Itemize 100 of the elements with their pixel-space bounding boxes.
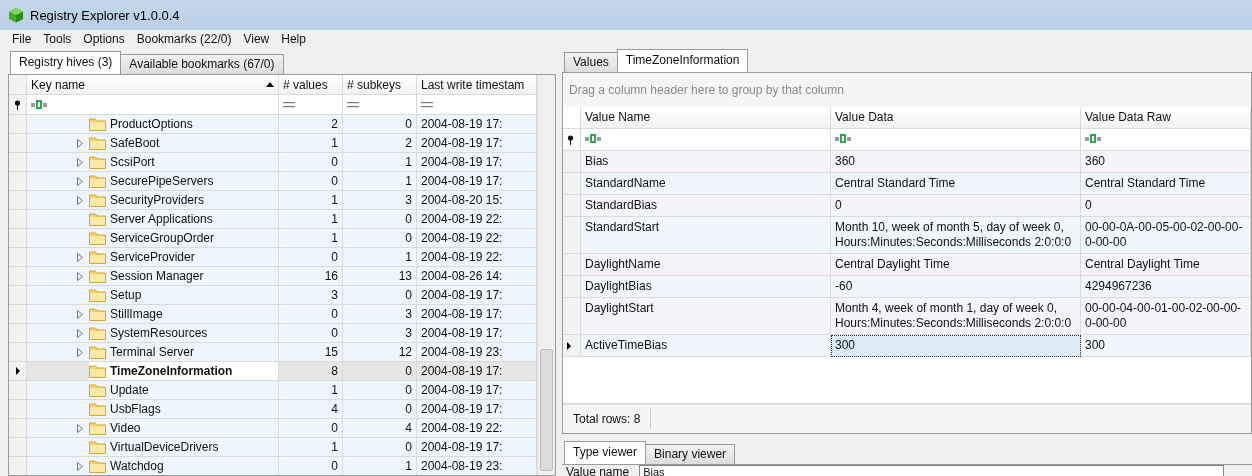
key-name: Setup bbox=[110, 288, 142, 302]
table-row[interactable]: Setup 3 0 2004-08-19 17: bbox=[9, 286, 537, 305]
table-row[interactable]: VirtualDeviceDrivers 1 0 2004-08-19 17: bbox=[9, 438, 537, 457]
filter-cell[interactable] bbox=[279, 95, 343, 115]
folder-icon bbox=[89, 326, 106, 340]
table-row[interactable]: ScsiPort 0 1 2004-08-19 17: bbox=[9, 153, 537, 172]
key-name: SafeBoot bbox=[110, 136, 160, 150]
folder-icon bbox=[89, 212, 106, 226]
folder-icon bbox=[89, 174, 106, 188]
table-cell: 3 bbox=[343, 191, 417, 210]
table-cell: 4 bbox=[343, 419, 417, 438]
table-cell: 2004-08-19 17: bbox=[417, 134, 537, 153]
table-cell: 0 bbox=[279, 172, 343, 191]
table-cell: Central Standard Time bbox=[1081, 173, 1251, 195]
filter-cell[interactable] bbox=[581, 129, 831, 151]
table-row[interactable]: StillImage 0 3 2004-08-19 17: bbox=[9, 305, 537, 324]
tab[interactable]: Available bookmarks (67/0) bbox=[120, 54, 284, 74]
table-row[interactable]: SystemResources 0 3 2004-08-19 17: bbox=[9, 324, 537, 343]
pin-icon bbox=[567, 134, 574, 145]
table-row[interactable]: SecurePipeServers 0 1 2004-08-19 17: bbox=[9, 172, 537, 191]
table-cell: 0 bbox=[343, 438, 417, 457]
folder-icon bbox=[89, 288, 106, 302]
table-row[interactable]: TimeZoneInformation 8 0 2004-08-19 17: bbox=[9, 362, 537, 381]
table-cell: 2004-08-19 22: bbox=[417, 248, 537, 267]
table-row[interactable]: Update 1 0 2004-08-19 17: bbox=[9, 381, 537, 400]
table-row[interactable]: ActiveTimeBias 300 300 bbox=[563, 335, 1251, 357]
table-row[interactable]: ServiceProvider 0 1 2004-08-19 22: bbox=[9, 248, 537, 267]
tab[interactable]: Values bbox=[564, 52, 618, 72]
folder-icon bbox=[89, 459, 106, 473]
table-cell: 0 bbox=[831, 195, 1081, 217]
table-cell: 300 bbox=[831, 335, 1081, 357]
expand-icon[interactable] bbox=[77, 461, 83, 471]
filter-cell[interactable] bbox=[831, 129, 1081, 151]
column-header[interactable]: # subkeys bbox=[343, 75, 417, 95]
table-cell: 2004-08-20 15: bbox=[417, 191, 537, 210]
table-row[interactable]: Video 0 4 2004-08-19 22: bbox=[9, 419, 537, 438]
row-indicator bbox=[9, 438, 27, 457]
menu-item[interactable]: File bbox=[6, 30, 38, 48]
table-row[interactable]: Terminal Server 15 12 2004-08-19 23: bbox=[9, 343, 537, 362]
table-row[interactable]: StandardStart Month 10, week of month 5, day of week 0, Hours:Minutes:Seconds:Milliseconds 2:0:0:0 00-00-0A-00-05-00-02-00-00- 0-00-00 bbox=[563, 217, 1251, 254]
table-cell: 1 bbox=[279, 438, 343, 457]
row-indicator bbox=[9, 153, 27, 172]
table-cell: 0 bbox=[343, 381, 417, 400]
sort-icon[interactable] bbox=[266, 82, 274, 87]
expand-icon[interactable] bbox=[77, 423, 83, 433]
table-row[interactable]: StandardBias 0 0 bbox=[563, 195, 1251, 217]
current-row-icon bbox=[567, 341, 571, 350]
row-indicator bbox=[9, 381, 27, 400]
table-cell: 2004-08-19 17: bbox=[417, 172, 537, 191]
filter-cell[interactable] bbox=[1081, 129, 1251, 151]
menu-item[interactable]: Options bbox=[77, 30, 131, 48]
equals-icon bbox=[347, 101, 359, 108]
table-row[interactable]: Session Manager 16 13 2004-08-26 14: bbox=[9, 267, 537, 286]
column-header[interactable]: Value Name bbox=[581, 107, 831, 129]
key-name: Watchdog bbox=[110, 459, 164, 473]
table-row[interactable]: StandardName Central Standard Time Central Standard Time bbox=[563, 173, 1251, 195]
table-cell: Month 10, week of month 5, day of week 0, Hours:Minutes:Seconds:Milliseconds 2:0:0:0 bbox=[831, 217, 1081, 254]
table-cell: 4 bbox=[279, 400, 343, 419]
folder-icon bbox=[89, 364, 106, 378]
tab[interactable]: Binary viewer bbox=[645, 444, 736, 464]
key-name: StillImage bbox=[110, 307, 163, 321]
table-row[interactable]: DaylightStart Month 4, week of month 1, day of week 0, Hours:Minutes:Seconds:Milliseconds 2:0:0:0 00-00-04-00-01-00-02-00-00- 0-00-00 bbox=[563, 298, 1251, 335]
tab[interactable]: TimeZoneInformation bbox=[616, 49, 749, 72]
table-row[interactable]: SafeBoot 1 2 2004-08-19 17: bbox=[9, 134, 537, 153]
column-header[interactable]: Last write timestam bbox=[417, 75, 537, 95]
table-row[interactable]: DaylightBias -60 4294967236 bbox=[563, 276, 1251, 298]
table-row[interactable]: UsbFlags 4 0 2004-08-19 17: bbox=[9, 400, 537, 419]
tab[interactable]: Registry hives (3) bbox=[10, 51, 122, 74]
filter-cell[interactable] bbox=[343, 95, 417, 115]
key-name: ProductOptions bbox=[110, 117, 193, 131]
table-row[interactable]: DaylightName Central Daylight Time Central Daylight Time bbox=[563, 254, 1251, 276]
key-name: TimeZoneInformation bbox=[110, 364, 233, 378]
folder-icon bbox=[89, 269, 106, 283]
scrollbar[interactable] bbox=[537, 75, 555, 475]
menu-item[interactable]: View bbox=[237, 30, 276, 48]
table-row[interactable]: Server Applications 1 0 2004-08-19 22: bbox=[9, 210, 537, 229]
table-cell: 1 bbox=[343, 153, 417, 172]
menu-item[interactable]: Help bbox=[275, 30, 312, 48]
table-cell: 2004-08-19 23: bbox=[417, 343, 537, 362]
filter-cell[interactable] bbox=[417, 95, 537, 115]
table-cell: 2004-08-19 17: bbox=[417, 381, 537, 400]
column-header[interactable]: Key name bbox=[27, 75, 279, 95]
column-header[interactable]: Value Data Raw bbox=[1081, 107, 1251, 129]
table-cell: 8 bbox=[279, 362, 343, 381]
column-header[interactable]: # values bbox=[279, 75, 343, 95]
table-row[interactable]: SecurityProviders 1 3 2004-08-20 15: bbox=[9, 191, 537, 210]
table-cell: 360 bbox=[831, 151, 1081, 173]
filter-cell[interactable] bbox=[27, 95, 279, 115]
table-row[interactable]: ServiceGroupOrder 1 0 2004-08-19 22: bbox=[9, 229, 537, 248]
tab[interactable]: Type viewer bbox=[564, 441, 647, 464]
table-row[interactable]: ProductOptions 2 0 2004-08-19 17: bbox=[9, 115, 537, 134]
table-cell: 00-00-0A-00-05-00-02-00-00- 0-00-00 bbox=[1081, 217, 1251, 254]
table-row[interactable]: Bias 360 360 bbox=[563, 151, 1251, 173]
folder-icon bbox=[89, 307, 106, 321]
table-cell: 0 bbox=[1081, 195, 1251, 217]
menu-item[interactable]: Bookmarks (22/0) bbox=[130, 30, 238, 48]
value-name-field[interactable]: Bias bbox=[639, 464, 1225, 476]
column-header[interactable]: Value Data bbox=[831, 107, 1081, 129]
menu-item[interactable]: Tools bbox=[37, 30, 78, 48]
table-row[interactable]: Watchdog 0 1 2004-08-19 23: bbox=[9, 457, 537, 475]
